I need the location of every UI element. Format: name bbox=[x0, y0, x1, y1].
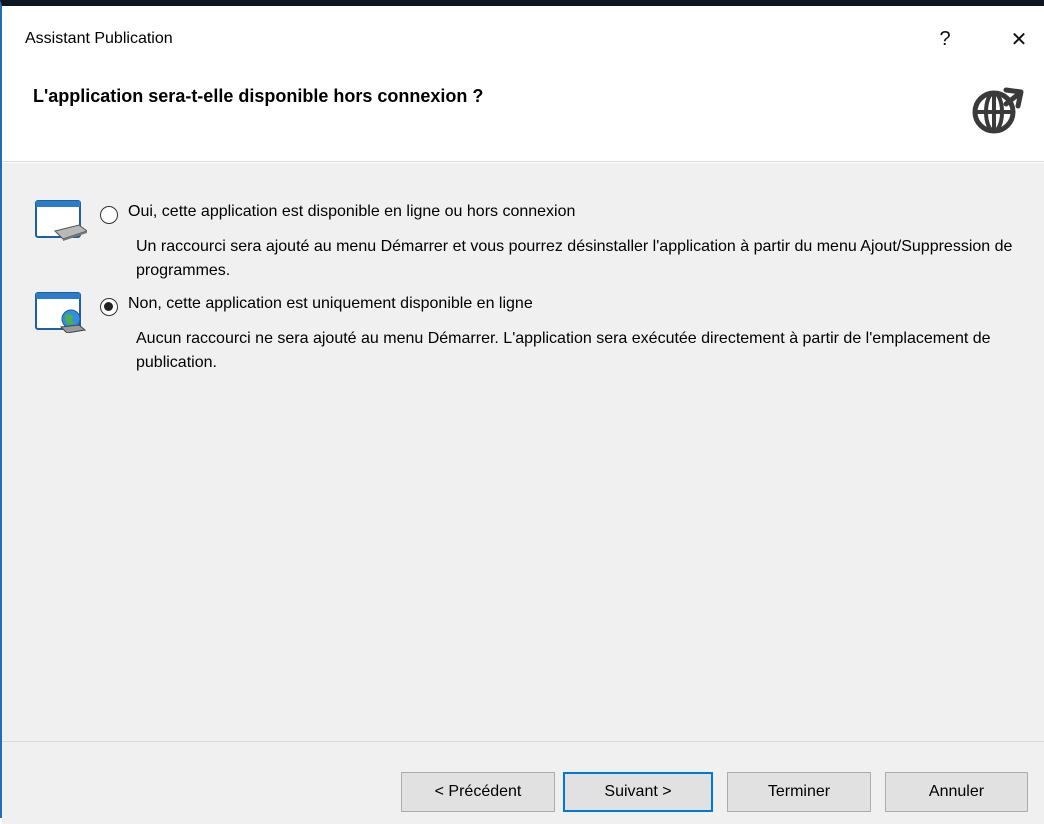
offline-option-label[interactable]: Oui, cette application est disponible en… bbox=[128, 203, 575, 221]
online-radio[interactable] bbox=[100, 298, 118, 316]
option-online: Non, cette application est uniquement di… bbox=[2, 289, 1044, 371]
app-online-icon bbox=[35, 292, 87, 333]
window-title: Assistant Publication bbox=[25, 30, 173, 47]
option-offline: Oui, cette application est disponible en… bbox=[2, 197, 1044, 279]
wizard-content: Oui, cette application est disponible en… bbox=[2, 163, 1044, 741]
app-offline-icon bbox=[35, 200, 87, 241]
previous-button[interactable]: < Précédent bbox=[401, 772, 555, 812]
wizard-footer: < Précédent Suivant > Terminer Annuler bbox=[2, 741, 1044, 824]
globe-publish-icon bbox=[972, 87, 1024, 134]
title-bar: Assistant Publication ? ✕ bbox=[2, 6, 1044, 70]
page-title: L'application sera-t-elle disponible hor… bbox=[33, 86, 484, 106]
online-option-label[interactable]: Non, cette application est uniquement di… bbox=[128, 295, 533, 313]
close-button[interactable]: ✕ bbox=[1004, 24, 1034, 54]
publish-wizard-window: Assistant Publication ? ✕ L'application … bbox=[0, 0, 1044, 824]
offline-option-description: Un raccourci sera ajouté au menu Démarre… bbox=[136, 238, 1013, 279]
help-button[interactable]: ? bbox=[930, 24, 960, 54]
finish-button[interactable]: Terminer bbox=[727, 772, 871, 812]
next-button[interactable]: Suivant > bbox=[563, 772, 713, 812]
offline-radio[interactable] bbox=[100, 206, 118, 224]
cancel-button[interactable]: Annuler bbox=[885, 772, 1028, 812]
online-option-description: Aucun raccourci ne sera ajouté au menu D… bbox=[136, 330, 991, 371]
wizard-header: L'application sera-t-elle disponible hor… bbox=[2, 70, 1044, 162]
